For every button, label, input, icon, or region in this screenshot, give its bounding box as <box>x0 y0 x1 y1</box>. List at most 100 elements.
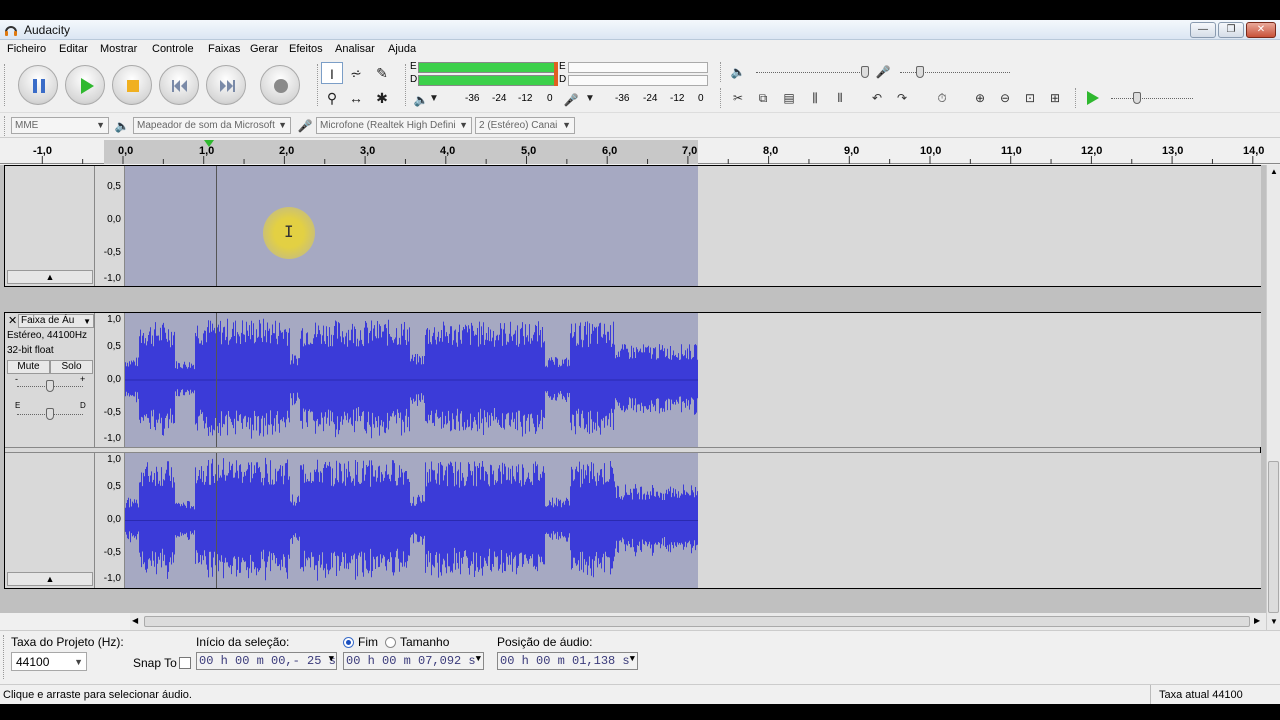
vertical-scroll-thumb[interactable] <box>1268 461 1279 613</box>
speaker-icon[interactable]: 🔈 <box>411 90 431 110</box>
toolbar-grip[interactable] <box>4 64 7 106</box>
input-channels-select[interactable]: 2 (Estéreo) Canai ▼ <box>475 117 575 134</box>
waveform-left-channel[interactable] <box>125 313 1261 447</box>
envelope-tool-button[interactable]: ⩫ <box>345 62 367 84</box>
skip-to-end-button[interactable] <box>206 65 246 105</box>
toolbar-grip[interactable] <box>720 88 723 108</box>
project-rate-select[interactable]: 44100 ▼ <box>11 652 87 671</box>
maximize-button[interactable]: ❐ <box>1218 22 1244 38</box>
microphone-icon[interactable]: 🎤 <box>561 90 581 110</box>
menu-faixas[interactable]: Faixas <box>208 43 240 55</box>
ruler-label: 1,0 <box>199 145 215 157</box>
mute-button[interactable]: Mute <box>7 360 50 374</box>
pan-slider-thumb[interactable] <box>46 408 54 420</box>
fit-project-icon[interactable]: ⊞ <box>1045 88 1065 108</box>
menu-editar[interactable]: Editar <box>59 43 88 55</box>
selection-tool-button[interactable]: I <box>321 62 343 84</box>
vertical-ruler-left-channel[interactable]: 1,0 0,5 0,0 -0,5 -1,0 <box>96 313 125 447</box>
toolbar-grip[interactable] <box>4 116 7 136</box>
play-button[interactable] <box>65 65 105 105</box>
multi-tool-button[interactable]: ✱ <box>371 87 393 109</box>
input-volume-thumb[interactable] <box>916 66 924 78</box>
toolbar-grip[interactable] <box>720 62 723 82</box>
menu-mostrar[interactable]: Mostrar <box>100 43 137 55</box>
meter-dropdown-arrow[interactable]: ▼ <box>429 93 439 104</box>
scroll-left-arrow-icon[interactable]: ◀ <box>132 616 138 625</box>
menu-gerar[interactable]: Gerar <box>250 43 278 55</box>
menu-bar: Ficheiro Editar Mostrar Controle Faixas … <box>0 40 1280 59</box>
trim-icon[interactable]: ⫼ <box>805 88 825 108</box>
scroll-right-arrow-icon[interactable]: ▶ <box>1254 616 1260 625</box>
close-track-icon[interactable]: ✕ <box>8 314 17 327</box>
horizontal-scrollbar[interactable]: ◀ ▶ <box>130 613 1266 630</box>
chevron-down-icon: ▼ <box>96 120 105 130</box>
play-at-speed-icon[interactable] <box>1083 89 1101 107</box>
collapse-track-button[interactable]: ▲ <box>7 270 93 284</box>
silence-icon[interactable]: ⫴ <box>830 88 850 108</box>
selection-end-time[interactable]: 00 h 00 m 07,092 s ▼ <box>343 652 484 670</box>
toolbar-grip[interactable] <box>3 635 6 679</box>
zoom-tool-button[interactable]: ⚲ <box>321 87 343 109</box>
stop-button[interactable] <box>112 65 152 105</box>
output-volume-icon: 🔈 <box>730 65 746 79</box>
record-button[interactable] <box>260 65 300 105</box>
track-name-menu[interactable]: Faixa de Áu ▼ <box>18 314 94 328</box>
selection-start-time[interactable]: 00 h 00 m 00,- 25 s ▼ <box>196 652 337 670</box>
pause-button[interactable] <box>18 65 58 105</box>
timeshift-tool-button[interactable]: ↔ <box>345 87 367 109</box>
draw-tool-button[interactable]: ✎ <box>371 62 393 84</box>
output-device-select[interactable]: Mapeador de som da Microsoft ▼ <box>133 117 291 134</box>
audio-host-select[interactable]: MME ▼ <box>11 117 109 134</box>
vertical-ruler-right-channel[interactable]: 1,0 0,5 0,0 -0,5 -1,0 <box>96 453 125 588</box>
toolbar-grip[interactable] <box>405 64 408 106</box>
audio-position-time[interactable]: 00 h 00 m 01,138 s ▼ <box>497 652 638 670</box>
zoom-out-icon[interactable]: ⊖ <box>995 88 1015 108</box>
tracks-panel: ▲ 0,5 0,0 -0,5 -1,0 ✕ Faixa de Áu ▼ Esté… <box>0 165 1266 613</box>
selection-toolbar: Taxa do Projeto (Hz): 44100 ▼ Snap To Iní… <box>0 630 1280 682</box>
scroll-down-arrow-icon[interactable]: ▼ <box>1270 617 1278 626</box>
play-speed-thumb[interactable] <box>1133 92 1141 104</box>
zoom-in-icon[interactable]: ⊕ <box>970 88 990 108</box>
copy-icon[interactable]: ⧉ <box>753 88 773 108</box>
status-message: Clique e arraste para selecionar áudio. <box>3 689 192 701</box>
chevron-down-icon: ▼ <box>83 317 91 326</box>
fit-selection-icon[interactable]: ⊡ <box>1020 88 1040 108</box>
horizontal-scroll-thumb[interactable] <box>144 616 1250 627</box>
play-speed-slider[interactable] <box>1111 98 1193 99</box>
toolbar-grip[interactable] <box>317 64 320 106</box>
toolbar-grip[interactable] <box>1075 88 1078 108</box>
ruler-label: 14,0 <box>1243 145 1265 157</box>
output-volume-thumb[interactable] <box>861 66 869 78</box>
play-cursor-line <box>216 313 217 447</box>
close-window-button[interactable]: ✕ <box>1246 22 1276 38</box>
menu-ficheiro[interactable]: Ficheiro <box>7 43 46 55</box>
collapse-track-button[interactable]: ▲ <box>7 572 93 586</box>
timeline-ruler[interactable]: -1,0 0,0 1,0 2,0 3,0 4,0 5,0 6,0 7,0 8,0… <box>0 140 1280 164</box>
unselected-region <box>698 313 1261 447</box>
vertical-scrollbar[interactable]: ▲ ▼ <box>1266 165 1280 630</box>
minimize-button[interactable]: — <box>1190 22 1216 38</box>
redo-icon[interactable]: ↷ <box>892 88 912 108</box>
gain-slider-thumb[interactable] <box>46 380 54 392</box>
sync-lock-icon[interactable]: ⏱ <box>932 88 952 108</box>
vertical-ruler[interactable]: 0,5 0,0 -0,5 -1,0 <box>96 166 125 286</box>
end-radio[interactable] <box>343 637 354 648</box>
skip-to-start-button[interactable] <box>159 65 199 105</box>
length-radio[interactable] <box>385 637 396 648</box>
i-beam-icon: I <box>330 66 334 82</box>
output-volume-slider[interactable] <box>756 72 866 73</box>
waveform-right-channel[interactable] <box>125 453 1261 588</box>
menu-analisar[interactable]: Analisar <box>335 43 375 55</box>
menu-controle[interactable]: Controle <box>152 43 194 55</box>
snap-to-checkbox[interactable] <box>179 657 191 669</box>
solo-button[interactable]: Solo <box>50 360 93 374</box>
undo-icon[interactable]: ↶ <box>867 88 887 108</box>
vruler-label: 0,5 <box>107 341 121 352</box>
paste-icon[interactable]: ▤ <box>779 88 799 108</box>
cut-icon[interactable]: ✂ <box>728 88 748 108</box>
input-device-select[interactable]: Microfone (Realtek High Defini ▼ <box>316 117 472 134</box>
menu-ajuda[interactable]: Ajuda <box>388 43 416 55</box>
menu-efeitos[interactable]: Efeitos <box>289 43 323 55</box>
scroll-up-arrow-icon[interactable]: ▲ <box>1270 167 1278 176</box>
rec-meter-dropdown-arrow[interactable]: ▼ <box>585 93 595 104</box>
